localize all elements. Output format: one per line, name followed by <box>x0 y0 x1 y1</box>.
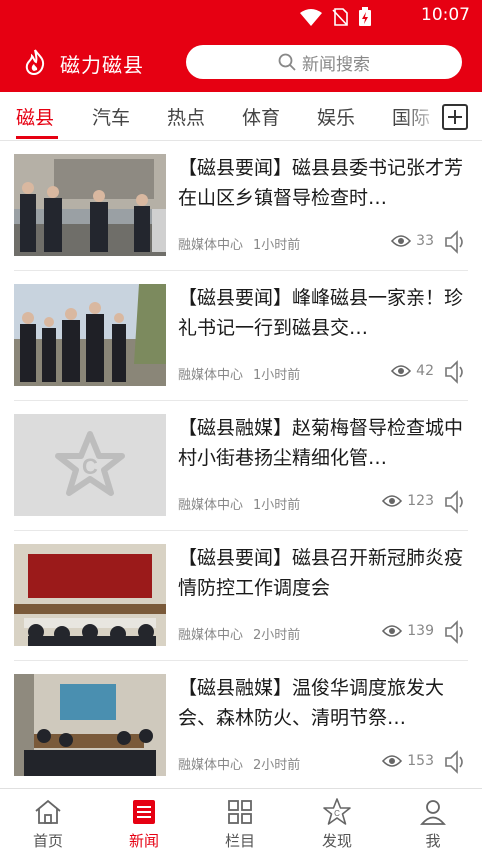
news-title: 【磁县要闻】磁县召开新冠肺炎疫情防控工作调度会 <box>178 547 464 599</box>
nav-columns-label: 栏目 <box>224 832 255 850</box>
nav-discover[interactable]: C 发现 <box>297 797 377 851</box>
news-title: 【磁县融媒】赵菊梅督导检查城中村小街巷扬尘精细化管… <box>178 417 464 469</box>
app-title: 磁力磁县 <box>60 53 144 77</box>
news-icon <box>133 800 155 824</box>
nav-news-label: 新闻 <box>128 832 159 850</box>
view-count-value: 123 <box>407 493 434 509</box>
news-meta: 融媒体中心 2小时前 <box>178 624 300 643</box>
home-icon <box>35 799 61 824</box>
status-bar: 10:07 <box>0 0 482 32</box>
news-thumbnail <box>14 154 166 256</box>
eye-icon <box>391 365 412 377</box>
nav-columns[interactable]: 栏目 <box>200 797 280 851</box>
tab-entertainment[interactable]: 娱乐 <box>317 103 355 130</box>
news-source: 融媒体中心 <box>178 758 244 773</box>
app-header: 磁力磁县 新闻搜索 <box>0 32 482 92</box>
grid-icon <box>228 800 252 824</box>
bottom-nav: 首页 新闻 栏目 C 发现 我 <box>0 788 482 857</box>
news-title: 【磁县融媒】温俊华调度旅发大会、森林防火、清明节祭… <box>178 677 445 729</box>
news-list: 【磁县要闻】磁县县委书记张才芳在山区乡镇督导检查时… 融媒体中心 1小时前 33 <box>0 141 482 791</box>
news-time: 1小时前 <box>253 498 301 513</box>
flame-logo-icon <box>25 49 45 75</box>
news-source: 融媒体中心 <box>178 498 244 513</box>
discover-icon: C <box>323 798 351 825</box>
news-source: 融媒体中心 <box>178 238 244 253</box>
battery-charging-icon <box>359 7 371 26</box>
eye-icon <box>382 495 403 507</box>
tab-auto[interactable]: 汽车 <box>92 103 130 130</box>
news-time: 1小时前 <box>253 238 301 253</box>
news-time: 2小时前 <box>253 758 301 773</box>
news-meta: 融媒体中心 1小时前 <box>178 494 300 513</box>
news-title: 【磁县要闻】峰峰磁县一家亲！珍礼书记一行到磁县交… <box>178 287 464 339</box>
tab-fade <box>402 92 442 140</box>
news-thumbnail <box>14 674 166 776</box>
view-count-value: 139 <box>407 623 434 639</box>
view-count-value: 42 <box>416 363 434 379</box>
news-item[interactable]: 【磁县要闻】峰峰磁县一家亲！珍礼书记一行到磁县交… 融媒体中心 1小时前 42 <box>14 271 468 401</box>
eye-icon <box>382 755 403 767</box>
news-item[interactable]: 【磁县要闻】磁县召开新冠肺炎疫情防控工作调度会 融媒体中心 2小时前 139 <box>14 531 468 661</box>
speaker-icon[interactable] <box>444 619 468 645</box>
news-meta: 融媒体中心 1小时前 <box>178 234 300 253</box>
speaker-icon[interactable] <box>444 359 468 385</box>
view-count: 139 <box>382 623 434 639</box>
add-tab-icon[interactable] <box>442 104 468 130</box>
news-thumbnail <box>14 544 166 646</box>
eye-icon <box>391 235 412 247</box>
wifi-icon <box>300 8 322 26</box>
tab-hot[interactable]: 热点 <box>167 103 205 130</box>
category-tabs: 磁县 汽车 热点 体育 娱乐 国际 <box>0 92 482 141</box>
news-title: 【磁县要闻】磁县县委书记张才芳在山区乡镇督导检查时… <box>178 157 464 209</box>
active-tab-indicator <box>16 136 58 139</box>
search-icon <box>278 53 296 71</box>
view-count: 33 <box>391 233 434 249</box>
speaker-icon[interactable] <box>444 489 468 515</box>
news-time: 1小时前 <box>253 368 301 383</box>
profile-icon <box>420 800 446 825</box>
news-item[interactable]: 【磁县要闻】磁县县委书记张才芳在山区乡镇督导检查时… 融媒体中心 1小时前 33 <box>14 141 468 271</box>
news-meta: 融媒体中心 1小时前 <box>178 364 300 383</box>
view-count: 123 <box>382 493 434 509</box>
news-thumbnail-placeholder: C <box>14 414 166 516</box>
speaker-icon[interactable] <box>444 229 468 255</box>
nav-profile-label: 我 <box>425 832 441 850</box>
news-item[interactable]: 【磁县融媒】温俊华调度旅发大会、森林防火、清明节祭… 融媒体中心 2小时前 153 <box>14 661 468 791</box>
view-count-value: 153 <box>407 753 434 769</box>
speaker-icon[interactable] <box>444 749 468 775</box>
news-time: 2小时前 <box>253 628 301 643</box>
eye-icon <box>382 625 403 637</box>
view-count: 42 <box>391 363 434 379</box>
tab-cixian[interactable]: 磁县 <box>16 103 54 130</box>
nav-home[interactable]: 首页 <box>8 797 88 851</box>
nav-news[interactable]: 新闻 <box>104 797 184 851</box>
nav-home-label: 首页 <box>32 832 63 850</box>
nav-profile[interactable]: 我 <box>393 797 473 851</box>
svg-text:C: C <box>82 454 98 479</box>
status-time: 10:07 <box>421 5 470 25</box>
no-sim-icon <box>332 8 348 26</box>
news-source: 融媒体中心 <box>178 628 244 643</box>
news-item[interactable]: C 【磁县融媒】赵菊梅督导检查城中村小街巷扬尘精细化管… 融媒体中心 1小时前 1… <box>14 401 468 531</box>
nav-discover-label: 发现 <box>321 832 352 850</box>
view-count-value: 33 <box>416 233 434 249</box>
search-placeholder: 新闻搜索 <box>302 54 370 75</box>
news-meta: 融媒体中心 2小时前 <box>178 754 300 773</box>
news-thumbnail <box>14 284 166 386</box>
tab-sports[interactable]: 体育 <box>242 103 280 130</box>
svg-text:C: C <box>334 809 340 818</box>
news-source: 融媒体中心 <box>178 368 244 383</box>
search-input[interactable]: 新闻搜索 <box>186 45 462 79</box>
view-count: 153 <box>382 753 434 769</box>
